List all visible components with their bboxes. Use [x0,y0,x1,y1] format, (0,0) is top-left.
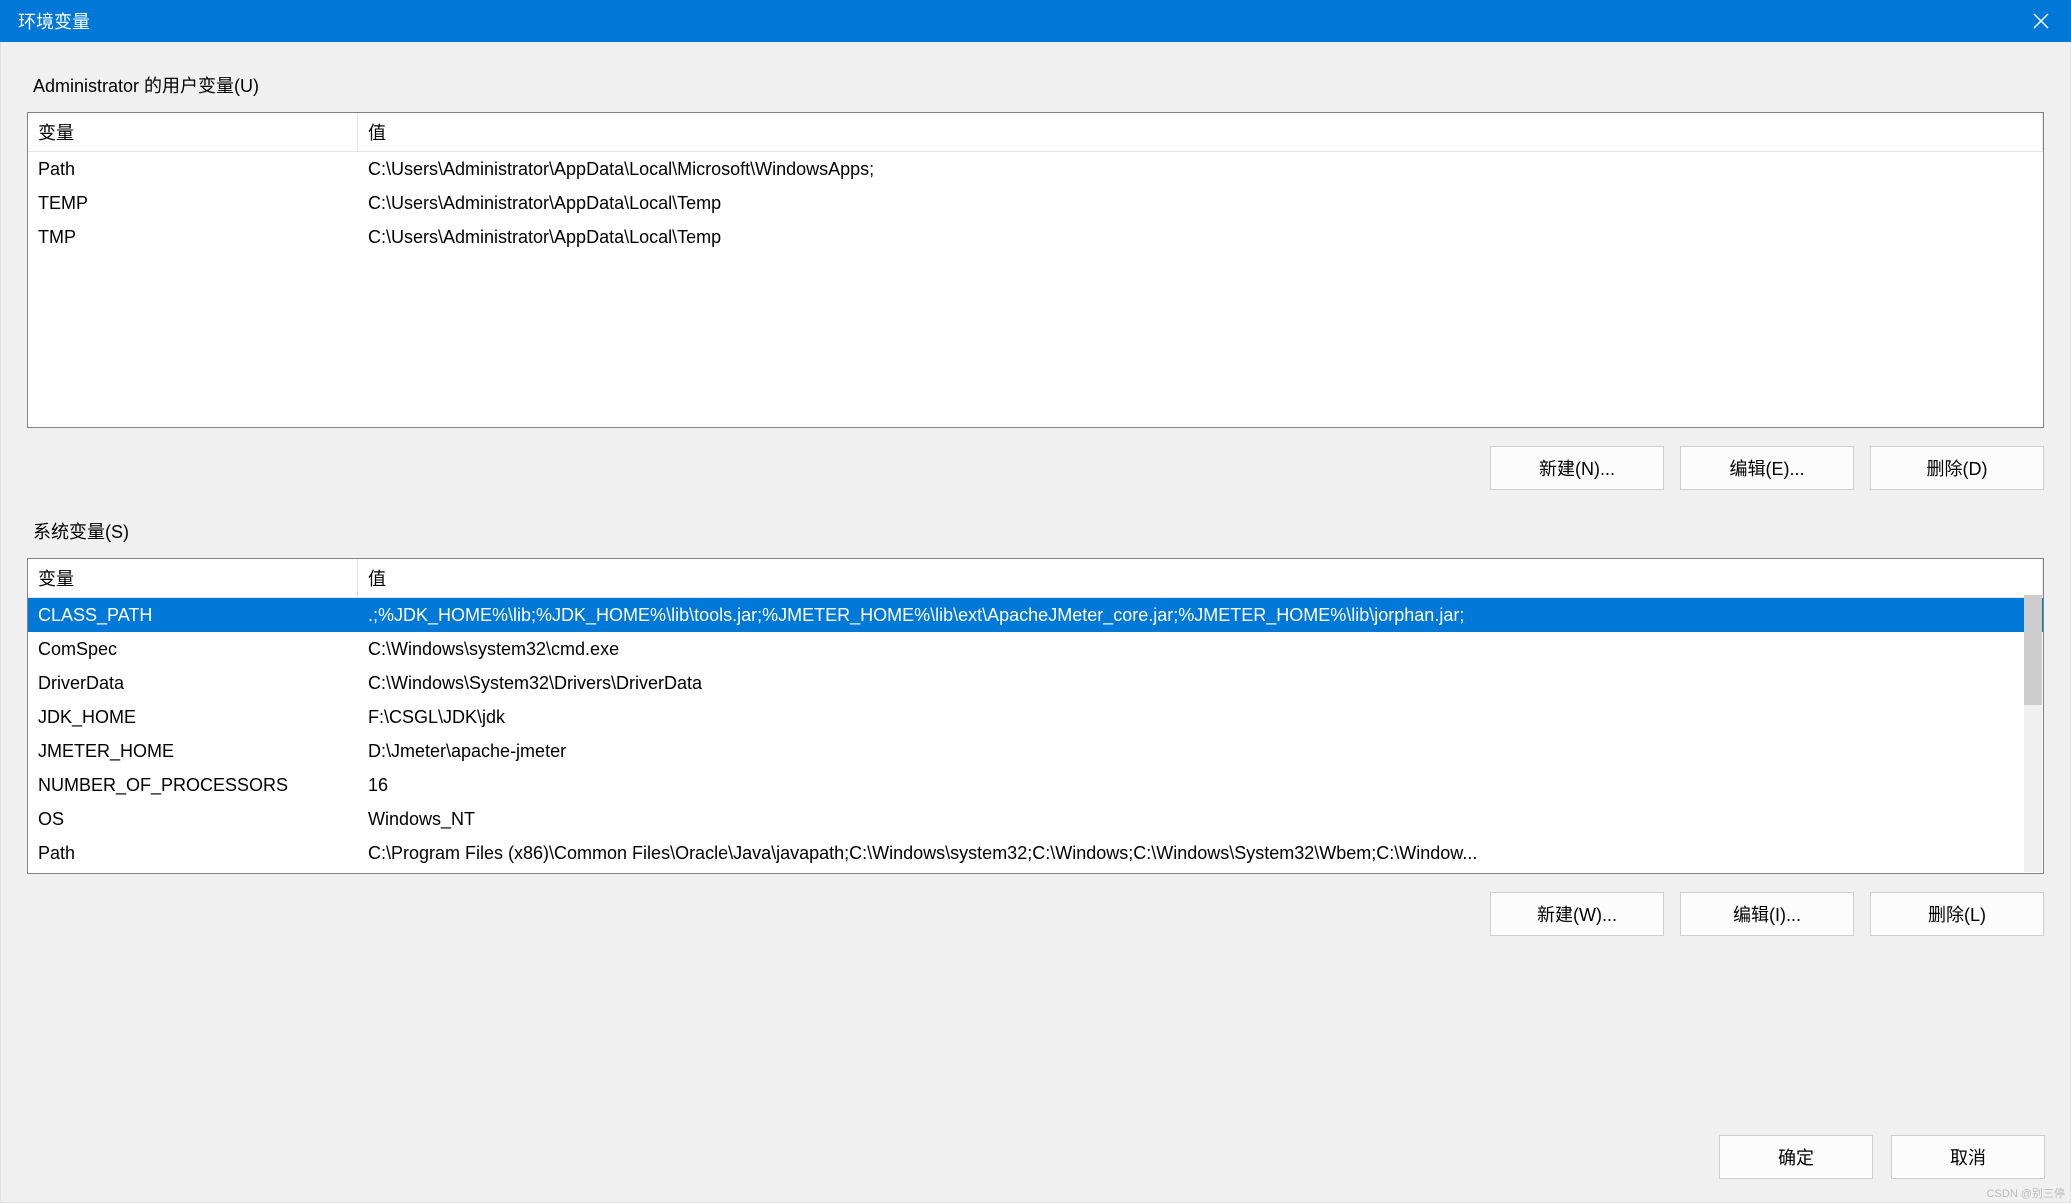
user-delete-button[interactable]: 删除(D) [1870,446,2044,490]
system-listview-body: CLASS_PATH.;%JDK_HOME%\lib;%JDK_HOME%\li… [28,598,2043,870]
cell-value: C:\Program Files (x86)\Common Files\Orac… [358,839,2043,868]
table-row[interactable]: NUMBER_OF_PROCESSORS16 [28,768,2043,802]
system-listview-header: 变量 值 [28,559,2043,598]
system-new-button[interactable]: 新建(W)... [1490,892,1664,936]
user-new-button[interactable]: 新建(N)... [1490,446,1664,490]
table-row[interactable]: JDK_HOMEF:\CSGL\JDK\jdk [28,700,2043,734]
system-edit-button[interactable]: 编辑(I)... [1680,892,1854,936]
cell-value: C:\Users\Administrator\AppData\Local\Tem… [358,223,2043,252]
close-button[interactable] [2011,0,2071,42]
scrollbar-track[interactable] [2024,595,2042,872]
column-header-variable[interactable]: 变量 [28,113,358,151]
dialog-action-buttons: 确定 取消 [1719,1135,2045,1179]
column-header-value[interactable]: 值 [358,113,2043,151]
cell-value: 16 [358,771,2043,800]
table-row[interactable]: PathC:\Program Files (x86)\Common Files\… [28,836,2043,870]
cell-variable: NUMBER_OF_PROCESSORS [28,771,358,800]
system-variables-label: 系统变量(S) [27,508,2044,558]
table-row[interactable]: CLASS_PATH.;%JDK_HOME%\lib;%JDK_HOME%\li… [28,598,2043,632]
cell-variable: CLASS_PATH [28,601,358,630]
table-row[interactable]: PathC:\Users\Administrator\AppData\Local… [28,152,2043,186]
user-buttons-row: 新建(N)... 编辑(E)... 删除(D) [27,428,2044,490]
table-row[interactable]: TMPC:\Users\Administrator\AppData\Local\… [28,220,2043,254]
dialog-title: 环境变量 [18,8,90,34]
table-row[interactable]: DriverDataC:\Windows\System32\Drivers\Dr… [28,666,2043,700]
dialog-content: Administrator 的用户变量(U) 变量 值 PathC:\Users… [0,42,2071,1203]
cell-value: C:\Users\Administrator\AppData\Local\Tem… [358,189,2043,218]
cell-variable: Path [28,155,358,184]
cell-value: Windows_NT [358,805,2043,834]
table-row[interactable]: TEMPC:\Users\Administrator\AppData\Local… [28,186,2043,220]
table-row[interactable]: JMETER_HOMED:\Jmeter\apache-jmeter [28,734,2043,768]
table-row[interactable]: OSWindows_NT [28,802,2043,836]
cell-variable: OS [28,805,358,834]
ok-button[interactable]: 确定 [1719,1135,1873,1179]
close-icon [2033,13,2049,29]
user-listview-body: PathC:\Users\Administrator\AppData\Local… [28,152,2043,254]
cell-variable: ComSpec [28,635,358,664]
watermark: CSDN @别三停 [1987,1185,2065,1201]
cell-variable: JMETER_HOME [28,737,358,766]
user-variables-label: Administrator 的用户变量(U) [27,62,2044,112]
cell-value: C:\Windows\System32\Drivers\DriverData [358,669,2043,698]
system-variables-group: 系统变量(S) 变量 值 CLASS_PATH.;%JDK_HOME%\lib;… [27,508,2044,936]
user-edit-button[interactable]: 编辑(E)... [1680,446,1854,490]
cell-variable: DriverData [28,669,358,698]
cell-value: D:\Jmeter\apache-jmeter [358,737,2043,766]
table-row[interactable]: ComSpecC:\Windows\system32\cmd.exe [28,632,2043,666]
cell-variable: Path [28,839,358,868]
environment-variables-dialog: 环境变量 Administrator 的用户变量(U) 变量 值 PathC:\… [0,0,2071,1203]
cell-value: C:\Users\Administrator\AppData\Local\Mic… [358,155,2043,184]
user-variables-group: Administrator 的用户变量(U) 变量 值 PathC:\Users… [27,62,2044,490]
cell-variable: TEMP [28,189,358,218]
cell-variable: JDK_HOME [28,703,358,732]
cell-value: F:\CSGL\JDK\jdk [358,703,2043,732]
cell-value: .;%JDK_HOME%\lib;%JDK_HOME%\lib\tools.ja… [358,601,2043,630]
user-listview-header: 变量 值 [28,113,2043,152]
user-variables-listview[interactable]: 变量 值 PathC:\Users\Administrator\AppData\… [27,112,2044,428]
titlebar: 环境变量 [0,0,2071,42]
column-header-value[interactable]: 值 [358,559,2043,597]
system-buttons-row: 新建(W)... 编辑(I)... 删除(L) [27,874,2044,936]
column-header-variable[interactable]: 变量 [28,559,358,597]
system-delete-button[interactable]: 删除(L) [1870,892,2044,936]
cancel-button[interactable]: 取消 [1891,1135,2045,1179]
system-variables-listview[interactable]: 变量 值 CLASS_PATH.;%JDK_HOME%\lib;%JDK_HOM… [27,558,2044,874]
cell-variable: TMP [28,223,358,252]
scrollbar-thumb[interactable] [2024,595,2042,705]
cell-value: C:\Windows\system32\cmd.exe [358,635,2043,664]
